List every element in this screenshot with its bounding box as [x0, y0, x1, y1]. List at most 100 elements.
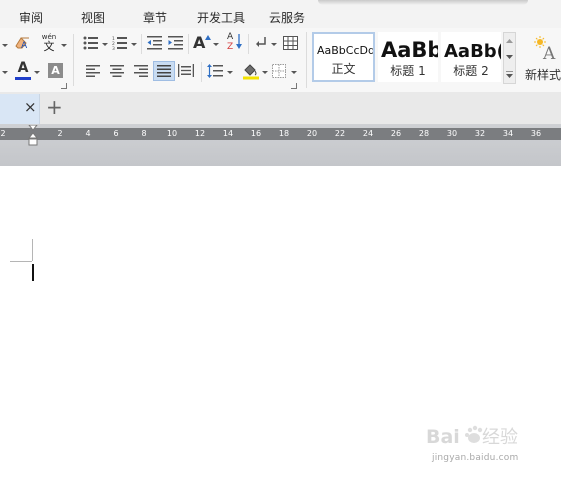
ruler-tick-label: 28: [418, 129, 430, 138]
table-icon[interactable]: [283, 36, 298, 50]
ruler-tick-label: 18: [278, 129, 290, 138]
style-sample-heading-2: AaBb(: [444, 41, 501, 62]
style-heading-1[interactable]: AaBb 标题 1: [378, 32, 438, 82]
ruler-tick-label: 36: [530, 129, 542, 138]
style-heading-2[interactable]: AaBb( 标题 2: [441, 32, 501, 82]
ruler-tick-label: 34: [502, 129, 514, 138]
align-left-icon[interactable]: [86, 65, 100, 77]
group-separator: [248, 34, 249, 54]
margin-corner-mark-vertical: [32, 239, 33, 261]
style-gallery-scroller[interactable]: [503, 32, 516, 84]
cut-dropdown-arrow[interactable]: [2, 44, 8, 47]
phonetic-char: 文: [43, 40, 55, 53]
svg-text:Bai: Bai: [426, 426, 460, 448]
svg-text:3: 3: [112, 46, 115, 50]
style-sample-heading-1: AaBb: [381, 38, 438, 62]
wen-phonetic-icon[interactable]: wén 文: [40, 33, 58, 53]
group-separator: [306, 32, 307, 88]
scroll-up-icon[interactable]: [506, 39, 513, 43]
line-spacing-icon[interactable]: [207, 64, 223, 78]
gallery-expand-icon[interactable]: [506, 71, 513, 79]
increase-indent-icon[interactable]: [168, 36, 183, 50]
menu-tab-bar: 审阅 视图 章节 开发工具 云服务: [0, 0, 561, 28]
document-tab-strip: × +: [0, 92, 561, 124]
ruler-tick-label: 24: [362, 129, 374, 138]
ruler-tick-label: 16: [250, 129, 262, 138]
show-marks-dropdown-arrow[interactable]: [271, 43, 277, 46]
bullet-list-dropdown-arrow[interactable]: [102, 43, 108, 46]
svg-text:经验: 经验: [482, 427, 518, 448]
style-label-heading-2: 标题 2: [453, 64, 489, 78]
sort-letter-a: A: [227, 32, 234, 42]
bullet-list-icon[interactable]: [83, 36, 99, 50]
shading-dropdown-arrow[interactable]: [262, 71, 268, 74]
justify-icon: [157, 65, 171, 77]
sort-az-icon[interactable]: A Z: [226, 32, 244, 54]
svg-text:A: A: [542, 44, 556, 60]
justify-button[interactable]: [153, 61, 175, 81]
ruler-tick-label: 2: [57, 129, 63, 138]
font-color-icon[interactable]: A: [15, 61, 31, 81]
numbered-list-dropdown-arrow[interactable]: [131, 43, 137, 46]
grow-font-dropdown-arrow[interactable]: [213, 43, 219, 46]
numbered-list-icon[interactable]: 1 2 3: [112, 36, 128, 50]
group-separator: [188, 34, 189, 54]
ruler-tick-label: 26: [390, 129, 402, 138]
indent-marker-icon[interactable]: [28, 125, 38, 147]
decrease-indent-icon[interactable]: [147, 36, 162, 50]
ruler-tick-label: 32: [474, 129, 486, 138]
ribbon-toolbar: A wén 文 1 2 3 A A Z A A AaBbCcDd 正文 AaBb…: [0, 28, 561, 92]
group-separator: [201, 62, 202, 82]
tab-cloud-services[interactable]: 云服务: [269, 9, 305, 26]
paint-bucket-icon[interactable]: [242, 63, 260, 80]
align-center-icon[interactable]: [110, 65, 124, 77]
ruler-tick-label: 12: [194, 129, 206, 138]
svg-text:A: A: [21, 41, 28, 51]
eraser-icon[interactable]: A: [15, 35, 31, 51]
style-sample-normal: AaBbCcDd: [317, 44, 373, 57]
tab-developer-tools[interactable]: 开发工具: [197, 9, 245, 26]
document-tab[interactable]: ×: [0, 94, 40, 124]
char-shading-icon[interactable]: A: [48, 63, 63, 78]
borders-icon[interactable]: [272, 64, 286, 78]
close-tab-icon[interactable]: ×: [24, 98, 37, 116]
style-label-normal: 正文: [331, 62, 356, 76]
ruler-tick-label: 20: [306, 129, 318, 138]
font-group-launcher[interactable]: [61, 83, 67, 89]
style-normal[interactable]: AaBbCcDd 正文: [312, 32, 375, 82]
distributed-align-icon[interactable]: [178, 64, 194, 77]
tab-chapter[interactable]: 章节: [143, 9, 167, 26]
font-color-letter: A: [17, 60, 29, 76]
tab-review[interactable]: 审阅: [19, 9, 43, 26]
new-style-label: 新样式: [525, 68, 561, 82]
grow-arrow-icon: [205, 35, 211, 40]
borders-dropdown-arrow[interactable]: [291, 71, 297, 74]
style-label-heading-1: 标题 1: [390, 64, 426, 78]
margin-corner-mark-horizontal: [10, 261, 32, 262]
text-cursor: [32, 264, 34, 281]
show-marks-icon[interactable]: [255, 36, 267, 50]
phonetic-dropdown-arrow[interactable]: [61, 44, 67, 47]
new-style-icon: A: [534, 36, 556, 60]
grow-font-icon[interactable]: A: [193, 34, 205, 52]
font-color-bar: [15, 77, 31, 80]
paragraph-group-launcher[interactable]: [291, 83, 297, 89]
horizontal-ruler[interactable]: 2 2 4 6 8 10 12 14 16 18 20 22 24 26 28 30 32 34 36: [0, 128, 561, 140]
font-color-dropdown-arrow[interactable]: [34, 71, 40, 74]
sort-letter-z: Z: [227, 42, 234, 52]
ruler-tick-label: 2: [0, 129, 6, 138]
ruler-tick-label: 14: [222, 129, 234, 138]
align-right-icon[interactable]: [134, 65, 148, 77]
font-size-dropdown-arrow[interactable]: [2, 71, 8, 74]
line-spacing-dropdown-arrow[interactable]: [227, 71, 233, 74]
ruler-tick-label: 22: [334, 129, 346, 138]
add-tab-icon[interactable]: +: [46, 95, 63, 119]
tab-view[interactable]: 视图: [81, 9, 105, 26]
ruler-tick-label: 4: [85, 129, 91, 138]
new-style-button[interactable]: A 新样式: [522, 32, 561, 84]
tab-bar-shadow: [318, 0, 528, 5]
ruler-tick-label: 30: [446, 129, 458, 138]
scroll-down-icon[interactable]: [506, 55, 513, 59]
ruler-tick-label: 8: [141, 129, 147, 138]
group-separator: [141, 34, 142, 54]
